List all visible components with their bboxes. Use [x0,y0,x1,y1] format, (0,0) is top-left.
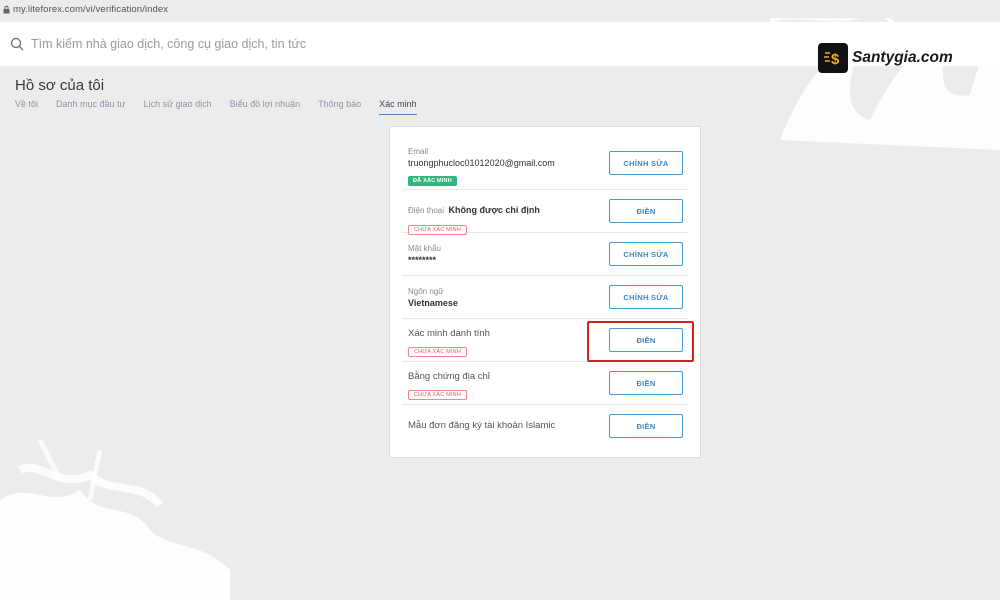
lock-icon [2,5,11,14]
tab-verification[interactable]: Xác minh [379,99,417,115]
verification-row-address: Bằng chứng địa chỉ CHƯA XÁC MINH ĐIỀN [402,362,688,405]
page-title: Hồ sơ của tôi [15,77,105,94]
password-label: Mật khẩu [408,244,441,253]
fill-islamic-button[interactable]: ĐIỀN [609,414,683,438]
identity-label: Xác minh danh tính [408,328,490,339]
verification-row-password: Mật khẩu ******** CHỈNH SỬA [402,233,688,276]
address-url: my.liteforex.com/vi/verification/index [13,3,169,15]
fill-phone-button[interactable]: ĐIỀN [609,199,683,223]
email-value: truongphucloc01012020@gmail.com [408,158,555,168]
verification-row-phone: Điện thoại Không được chỉ định CHƯA XÁC … [402,190,688,235]
islamic-account-label: Mẫu đơn đăng ký tài khoản Islamic [408,420,556,431]
fill-address-button[interactable]: ĐIỀN [609,371,683,395]
tab-portfolio[interactable]: Danh mục đầu tư [56,99,126,115]
edit-password-button[interactable]: CHỈNH SỬA [609,242,683,266]
password-value: ******** [408,255,437,265]
search-input[interactable] [31,37,531,51]
verified-badge: ĐÃ XÁC MINH [408,176,457,186]
address-bar[interactable]: my.liteforex.com/vi/verification/index [0,0,1000,18]
unverified-badge: CHƯA XÁC MINH [408,347,468,357]
tab-about-me[interactable]: Về tôi [15,99,38,115]
tab-notifications[interactable]: Thông báo [318,99,361,115]
phone-label: Điện thoại [408,206,445,215]
edit-email-button[interactable]: CHỈNH SỬA [609,151,683,175]
address-proof-label: Bằng chứng địa chỉ [408,371,490,382]
verification-card: Email truongphucloc01012020@gmail.com ĐÃ… [389,126,701,458]
email-label: Email [408,147,429,156]
language-value: Vietnamese [408,298,458,308]
search-icon [10,37,24,51]
verification-row-islamic: Mẫu đơn đăng ký tài khoản Islamic ĐIỀN [402,405,688,448]
phone-value: Không được chỉ định [448,205,540,215]
watermark-text: Santygia.com [852,49,953,66]
verification-row-email: Email truongphucloc01012020@gmail.com ĐÃ… [402,136,688,190]
verification-row-language: Ngôn ngữ Vietnamese CHỈNH SỬA [402,276,688,319]
highlight-box [587,321,694,362]
tab-profit-chart[interactable]: Biểu đồ lợi nhuận [230,99,300,115]
svg-text:$: $ [831,51,840,68]
watermark-logo: $ Santygia.com [818,43,953,73]
profile-tabs: Về tôi Danh mục đầu tư Lịch sử giao dịch… [15,99,435,115]
dollar-lightning-icon: $ [818,43,848,73]
tab-trade-history[interactable]: Lịch sử giao dịch [144,99,212,115]
language-label: Ngôn ngữ [408,287,444,296]
edit-language-button[interactable]: CHỈNH SỬA [609,285,683,309]
unverified-badge: CHƯA XÁC MINH [408,390,468,400]
brush-decoration-bottom [0,440,230,600]
